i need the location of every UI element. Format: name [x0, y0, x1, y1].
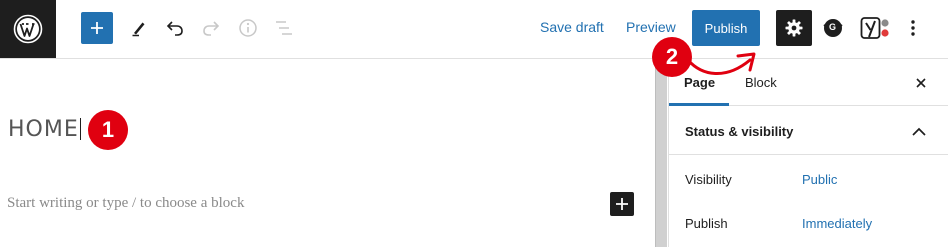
- yoast-seo-button[interactable]: [858, 12, 892, 44]
- wordpress-logo-button[interactable]: [0, 0, 56, 58]
- publish-date-button[interactable]: Immediately: [802, 216, 872, 231]
- visibility-value-button[interactable]: Public: [802, 172, 837, 187]
- details-button[interactable]: [235, 14, 261, 42]
- plus-icon: [616, 198, 628, 210]
- options-button[interactable]: [901, 14, 925, 42]
- tools-button[interactable]: [127, 14, 151, 42]
- publish-date-label: Publish: [685, 216, 728, 231]
- publish-button[interactable]: Publish: [692, 10, 760, 46]
- info-icon: [239, 19, 257, 37]
- panel-title: Status & visibility: [685, 124, 794, 139]
- plus-icon: [91, 22, 103, 34]
- save-draft-button[interactable]: Save draft: [540, 19, 604, 35]
- redo-button[interactable]: [198, 14, 224, 42]
- gear-icon: [785, 19, 803, 37]
- preview-button[interactable]: Preview: [626, 19, 676, 35]
- post-title-text: HOME: [8, 117, 79, 142]
- close-sidebar-button[interactable]: [911, 73, 931, 93]
- editor-toolbar: Save draft Preview Publish G: [0, 0, 948, 59]
- redo-icon: [203, 21, 220, 36]
- close-icon: [916, 78, 926, 88]
- plugin-g-button[interactable]: G: [819, 13, 847, 43]
- wordpress-icon: [13, 14, 43, 44]
- pencil-icon: [132, 22, 145, 37]
- list-view-button[interactable]: [271, 14, 297, 42]
- post-title[interactable]: HOME: [8, 117, 81, 142]
- block-placeholder[interactable]: Start writing or type / to choose a bloc…: [7, 195, 244, 212]
- wp-block-editor: Save draft Preview Publish G HOME Start …: [0, 0, 948, 247]
- editor-canvas: [0, 59, 655, 247]
- undo-button[interactable]: [162, 14, 188, 42]
- add-block-button[interactable]: [81, 12, 113, 44]
- settings-sidebar: Page Block Status & visibility Visibilit…: [668, 59, 948, 247]
- inline-add-block-button[interactable]: [610, 192, 634, 216]
- text-caret: [79, 118, 81, 140]
- active-tab-indicator: [669, 103, 729, 106]
- settings-button[interactable]: [776, 10, 812, 46]
- undo-icon: [166, 21, 183, 36]
- yoast-icon: [860, 17, 889, 39]
- chevron-up-icon: [912, 127, 926, 136]
- visibility-label: Visibility: [685, 172, 732, 187]
- step-marker-1: 1: [88, 110, 128, 150]
- annotation-arrow-icon: [686, 52, 756, 75]
- status-visibility-panel-toggle[interactable]: Status & visibility: [669, 107, 948, 155]
- g-badge-letter: G: [829, 22, 837, 32]
- list-view-icon: [276, 21, 292, 35]
- more-vertical-icon: [911, 20, 915, 36]
- editor-scrollbar[interactable]: [655, 59, 667, 247]
